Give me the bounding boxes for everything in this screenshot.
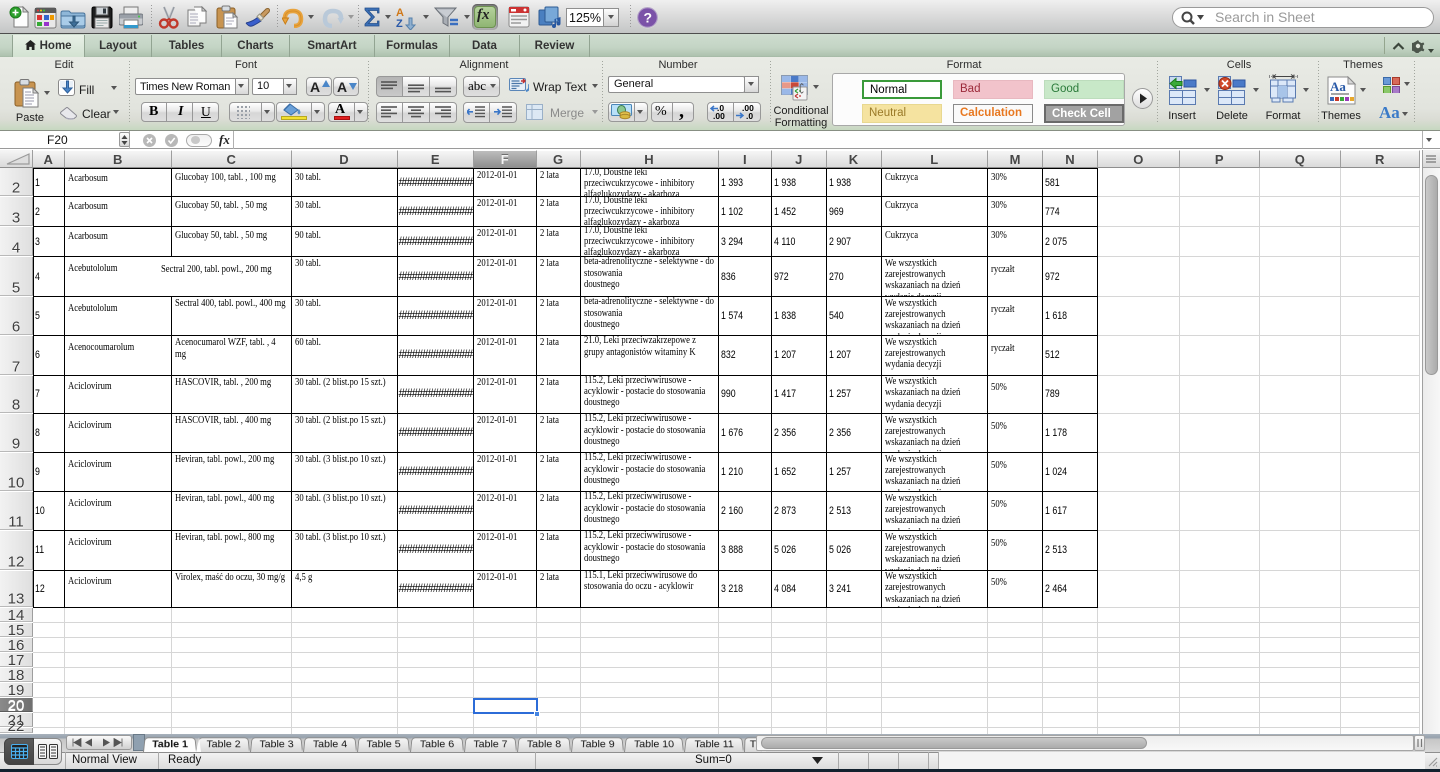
svg-text:Aa: Aa [1330, 79, 1346, 94]
svg-text:Z: Z [396, 18, 403, 30]
svg-text:?: ? [644, 10, 653, 26]
